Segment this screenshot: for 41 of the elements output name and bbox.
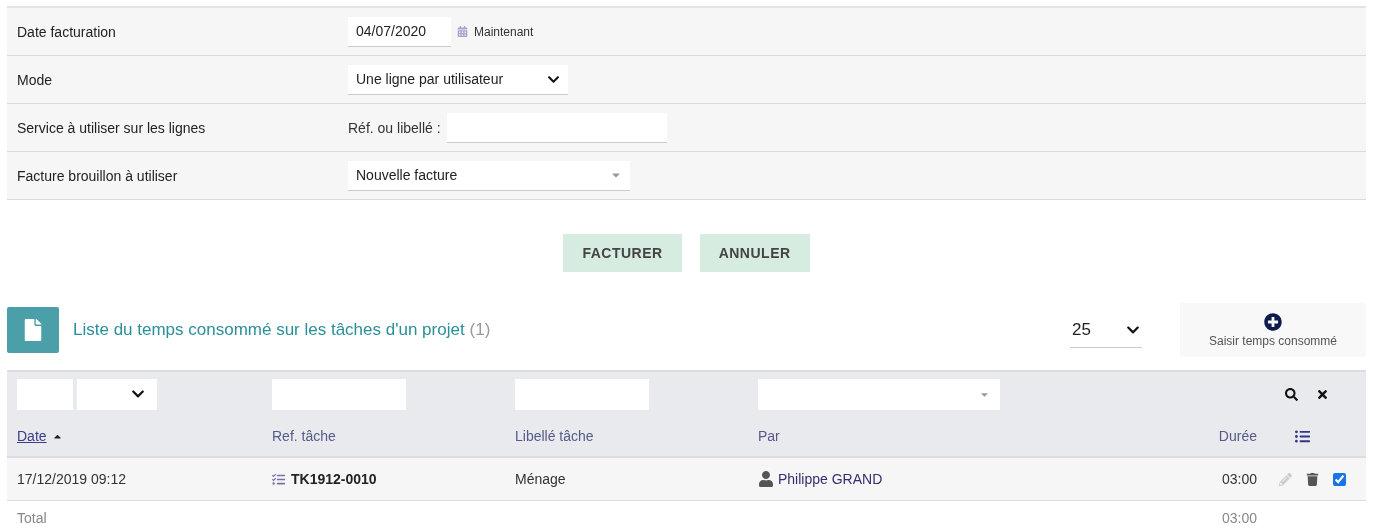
column-header[interactable]: Durée [1218,428,1257,444]
column-header[interactable]: Ref. tâche [272,428,336,444]
close-icon[interactable] [1316,387,1329,401]
field-label: Mode [17,71,54,88]
column-header[interactable]: Date [17,428,47,444]
field-label: Date facturation [17,23,117,40]
user-link[interactable]: Philippe GRAND [778,471,883,487]
search-icon[interactable] [1285,387,1298,401]
invoice-select[interactable]: Nouvelle facture [348,160,630,191]
field-label: Service à utiliser sur les lignes [17,119,207,136]
action-button[interactable]: ANNULER [699,234,810,272]
calendar-icon[interactable] [457,26,468,37]
document-icon [7,307,59,353]
task-icon [272,472,285,486]
column-header[interactable]: Par [758,428,780,444]
add-time-button[interactable]: Saisir temps consommé [1180,303,1366,357]
month-filter[interactable] [77,378,157,410]
plus-icon [1264,312,1282,331]
user-icon [758,471,774,487]
record-count: (1) [469,320,491,340]
date-field[interactable]: 04/07/2020 [348,16,451,47]
delete-icon[interactable] [1306,472,1319,486]
page-size-select[interactable]: 25 [1070,312,1142,348]
total-label: Total [17,510,47,526]
user-filter[interactable] [758,378,1000,410]
action-button[interactable]: FACTURER [563,234,682,272]
edit-icon[interactable] [1279,472,1292,486]
task-link[interactable]: TK1912-0010 [291,471,377,487]
mode-select[interactable]: Une ligne par utilisateur [348,64,568,95]
field-label: Facture brouillon à utiliser [17,167,179,184]
row-checkbox[interactable] [1333,472,1346,486]
total-duration: 03:00 [1221,510,1257,526]
list-icon[interactable] [1295,428,1310,444]
table-cell: 03:00 [1221,471,1257,487]
column-header[interactable]: Libellé tâche [515,428,594,444]
field-label: Réf. ou libellé : [348,119,441,136]
now-link[interactable]: Maintenant [474,24,534,39]
list-title: Liste du temps consommé sur les tâches d'un projet [73,320,465,340]
table-cell: Ménage [515,471,566,487]
table-cell: 17/12/2019 09:12 [17,471,126,487]
search-field[interactable] [446,112,667,143]
